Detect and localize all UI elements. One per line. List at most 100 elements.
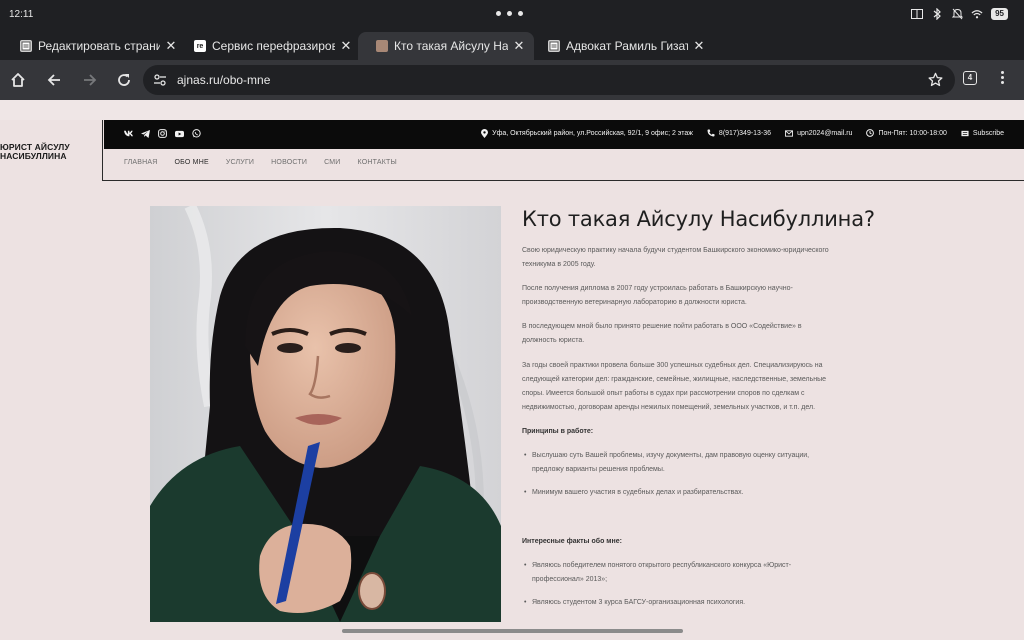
paragraph-4-line-1: За годы своей практики провела больше 30… [522,362,823,369]
paragraph-4-line-2: следующей категории дел: гражданские, се… [522,376,827,383]
phone-icon [707,129,715,137]
photo-favicon-icon [376,40,388,52]
doc-favicon-icon [548,40,560,52]
fact-2-text: Являюсь студентом 3 курса БАГСУ-организа… [532,599,746,606]
principle-1-line-1: Выслушаю суть Вашей проблемы, изучу доку… [532,452,810,459]
tab-edit-page[interactable]: Редактировать страницу "О ✕ [2,32,186,60]
location-pin-icon [480,128,488,138]
subscribe-link[interactable]: Subscribe [961,129,1004,137]
address-bar[interactable]: ajnas.ru/obo-mne [143,65,955,95]
phone-item[interactable]: 8(917)349-13-36 [707,129,771,137]
principle-item-1-cont: предложу варианты решения проблемы. [522,463,874,477]
logo-line-2: НАСИБУЛЛИНА [0,151,67,161]
facts-heading: Интересные факты обо мне: [522,538,622,545]
site-info-icon[interactable] [153,73,167,92]
email-item[interactable]: upn2024@mail.ru [785,129,852,137]
mute-bell-icon [951,8,963,20]
principle-item-2: Минимум вашего участия в судебных делах … [522,486,874,500]
paragraph-2-line-2: производственную ветеринарную лаборатори… [522,299,747,306]
fact-item-2: Являюсь студентом 3 курса БАГСУ-организа… [522,596,874,610]
fact-1-line-1: Являюсь победителем понятого открытого р… [532,562,792,569]
nav-item-services[interactable]: УСЛУГИ [226,159,254,166]
principle-1-line-2: предложу варианты решения проблемы. [532,466,665,473]
bookmark-star-icon[interactable] [928,72,943,92]
reload-button[interactable] [113,69,135,91]
main-nav: ГЛАВНАЯ ОБО МНЕ УСЛУГИ НОВОСТИ СМИ КОНТА… [124,159,397,166]
contact-bar: Уфа, Октябрьский район, ул.Российская, 9… [104,120,1024,149]
tab-title: Адвокат Рамиль Гизатулли [566,39,688,53]
page-title: Кто такая Айсулу Насибуллина? [522,207,875,231]
portrait-photo [150,206,501,622]
tab-strip: Редактировать страницу "О ✕ re Сервис пе… [0,30,1024,84]
nav-item-contacts[interactable]: КОНТАКТЫ [358,159,397,166]
youtube-icon[interactable] [175,129,184,138]
status-time: 12:11 [9,9,34,20]
fact-item-1: Являюсь победителем понятого открытого р… [522,559,874,573]
address-text: Уфа, Октябрьский район, ул.Российская, 9… [492,129,693,137]
tab-close-icon[interactable]: ✕ [692,38,706,54]
nav-item-about[interactable]: ОБО МНЕ [175,159,209,166]
forward-arrow-icon [84,74,97,86]
bluetooth-icon [931,8,943,20]
home-button[interactable] [7,69,29,91]
principle-2-text: Минимум вашего участия в судебных делах … [532,489,744,496]
tab-paraphrase-service[interactable]: re Сервис перефразирования ✕ [176,32,361,60]
tab-title: Кто такая Айсулу Насибулли [394,39,508,53]
tab-lawyer-ramil[interactable]: Адвокат Рамиль Гизатулли ✕ [530,32,714,60]
back-button[interactable] [43,69,65,91]
paragraph-4-line-3: споры. Имеется большой опыт работы в суд… [522,390,805,397]
nav-item-home[interactable]: ГЛАВНАЯ [124,159,158,166]
fact-1-line-2: профессионал» 2013»; [532,576,608,583]
nav-item-news[interactable]: НОВОСТИ [271,159,307,166]
paragraph-3-line-2: должность юриста. [522,337,585,344]
tab-title: Сервис перефразирования [212,39,335,53]
browser-menu-icon[interactable] [1001,71,1004,84]
page-top-strip [0,100,1024,120]
doc-favicon-icon [20,40,32,52]
paragraph-2-line-1: После получения диплома в 2007 году устр… [522,285,793,292]
back-arrow-icon [47,74,60,86]
multitasking-dots-icon[interactable] [496,11,523,16]
tab-close-icon[interactable]: ✕ [339,38,353,54]
hours-item: Пон-Пят: 10:00-18:00 [866,129,947,137]
nav-item-media[interactable]: СМИ [324,159,340,166]
newspaper-icon [961,129,969,137]
site-header: ЮРИСТ АЙСУЛУ НАСИБУЛЛИНА Уфа, Октябрьски… [0,120,1024,181]
whatsapp-icon[interactable] [192,129,201,138]
tab-close-icon[interactable]: ✕ [512,38,526,54]
url-text: ajnas.ru/obo-mne [177,73,271,87]
site-logo[interactable]: ЮРИСТ АЙСУЛУ НАСИБУЛЛИНА [0,120,103,181]
tab-switcher-button[interactable]: 4 [963,71,977,85]
paragraph-1-line-2: техникума в 2005 году. [522,261,596,268]
hours-text: Пон-Пят: 10:00-18:00 [878,129,947,137]
vk-icon[interactable] [124,129,133,138]
tab-about-aysulu[interactable]: Кто такая Айсулу Насибулли ✕ [358,32,534,60]
home-icon [11,73,25,87]
contact-info: Уфа, Октябрьский район, ул.Российская, 9… [480,128,1004,138]
tab-title: Редактировать страницу "О [38,39,160,53]
fact-item-1-cont: профессионал» 2013»; [522,573,874,587]
paragraph-1-line-1: Свою юридическую практику начала будучи … [522,247,829,254]
re-favicon-icon: re [194,40,206,52]
email-text: upn2024@mail.ru [797,129,853,137]
address-item[interactable]: Уфа, Октябрьский район, ул.Российская, 9… [480,128,693,138]
mail-icon [785,129,794,137]
status-bar: 12:11 95 [0,0,1024,30]
telegram-icon[interactable] [141,129,150,138]
principle-item-1: Выслушаю суть Вашей проблемы, изучу доку… [522,449,874,463]
phone-text: 8(917)349-13-36 [718,129,772,137]
reader-icon [911,8,924,20]
clock-icon [866,129,875,137]
home-indicator[interactable] [342,629,683,633]
social-links [124,129,201,138]
forward-button[interactable] [79,69,101,91]
paragraph-4-line-4: недвижимостью, договорам аренды нежилых … [522,404,816,411]
web-page: ЮРИСТ АЙСУЛУ НАСИБУЛЛИНА Уфа, Октябрьски… [0,100,1024,640]
system-indicators: 95 [911,8,1008,20]
paragraph-3-line-1: В последующем мной было принято решение … [522,323,802,330]
instagram-icon[interactable] [158,129,167,138]
reload-icon [118,74,130,86]
subscribe-text: Subscribe [972,129,1004,137]
battery-indicator: 95 [991,8,1008,20]
wifi-icon [971,8,983,20]
